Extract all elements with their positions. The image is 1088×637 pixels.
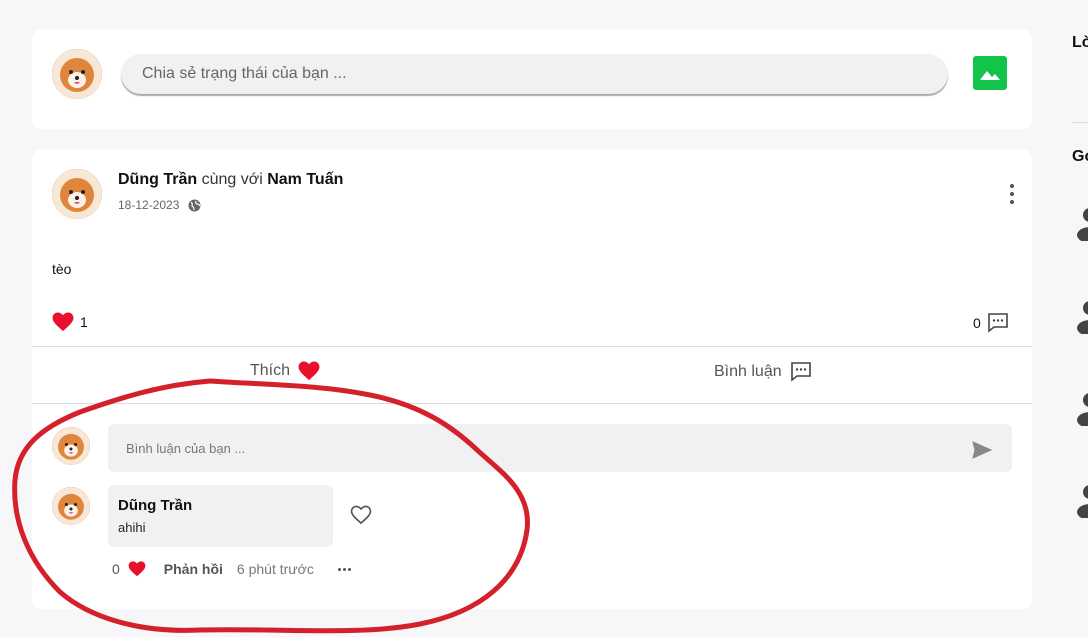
with-text: cùng với	[201, 171, 263, 188]
post-header: Dũng Trần cùng với Nam Tuấn	[118, 171, 343, 189]
comment-bubble: Dũng Trần ahihi	[108, 485, 333, 547]
post-comment-count: 0	[973, 314, 981, 331]
post-like-count: 1	[80, 314, 88, 330]
comment-label: Bình luận	[714, 362, 782, 380]
user-avatar[interactable]	[52, 49, 102, 99]
post-options-icon[interactable]	[1007, 184, 1017, 204]
status-composer	[32, 29, 1032, 129]
post-card: Dũng Trần cùng với Nam Tuấn 18-12-2023 t…	[32, 149, 1032, 609]
post-date: 18-12-2023	[118, 198, 180, 212]
post-meta: 18-12-2023	[118, 198, 201, 212]
comment-author-name[interactable]: Dũng Trần	[118, 497, 192, 514]
post-comment-summary[interactable]: 0	[973, 312, 1009, 333]
right-panel-heading-2: Gợ	[1072, 148, 1088, 165]
divider	[1072, 122, 1088, 123]
heart-icon	[298, 361, 320, 381]
divider	[32, 403, 1032, 404]
reply-link[interactable]: Phản hồi	[164, 561, 223, 577]
comment-icon	[987, 313, 1008, 333]
post-author-name[interactable]: Dũng Trần	[118, 171, 197, 188]
like-label: Thích	[250, 362, 291, 379]
person-icon[interactable]	[1075, 390, 1088, 426]
person-icon[interactable]	[1075, 482, 1088, 518]
comment-input[interactable]	[108, 424, 1012, 472]
status-input[interactable]	[121, 54, 948, 94]
image-icon	[980, 71, 1000, 80]
commenter-avatar[interactable]	[52, 427, 90, 465]
send-icon[interactable]	[972, 441, 992, 459]
post-like-summary[interactable]: 1	[52, 312, 88, 332]
comment-actions: 0 Phản hồi 6 phút trước	[112, 561, 351, 577]
globe-icon	[188, 199, 201, 211]
comment-button[interactable]: Bình luận	[714, 361, 812, 382]
heart-icon[interactable]	[128, 561, 146, 577]
right-panel-heading-1: Lờ	[1072, 34, 1088, 51]
comment-time: 6 phút trước	[236, 561, 314, 577]
heart-outline-icon[interactable]	[350, 505, 372, 525]
person-icon[interactable]	[1075, 298, 1088, 334]
comment-icon	[790, 362, 811, 382]
tagged-user-name[interactable]: Nam Tuấn	[267, 171, 343, 188]
image-upload-button[interactable]	[973, 56, 1007, 90]
person-icon[interactable]	[1075, 205, 1088, 241]
comment-author-avatar[interactable]	[52, 487, 90, 525]
author-avatar[interactable]	[52, 169, 102, 219]
comment-options-icon[interactable]	[337, 567, 351, 571]
comment-like-count: 0	[112, 561, 120, 577]
divider	[32, 346, 1032, 347]
post-content: tèo	[52, 261, 72, 277]
like-button[interactable]: Thích	[250, 361, 320, 381]
comment-text: ahihi	[118, 520, 146, 535]
heart-icon	[52, 312, 74, 332]
right-panel: Lờ Gợ	[1072, 0, 1088, 637]
